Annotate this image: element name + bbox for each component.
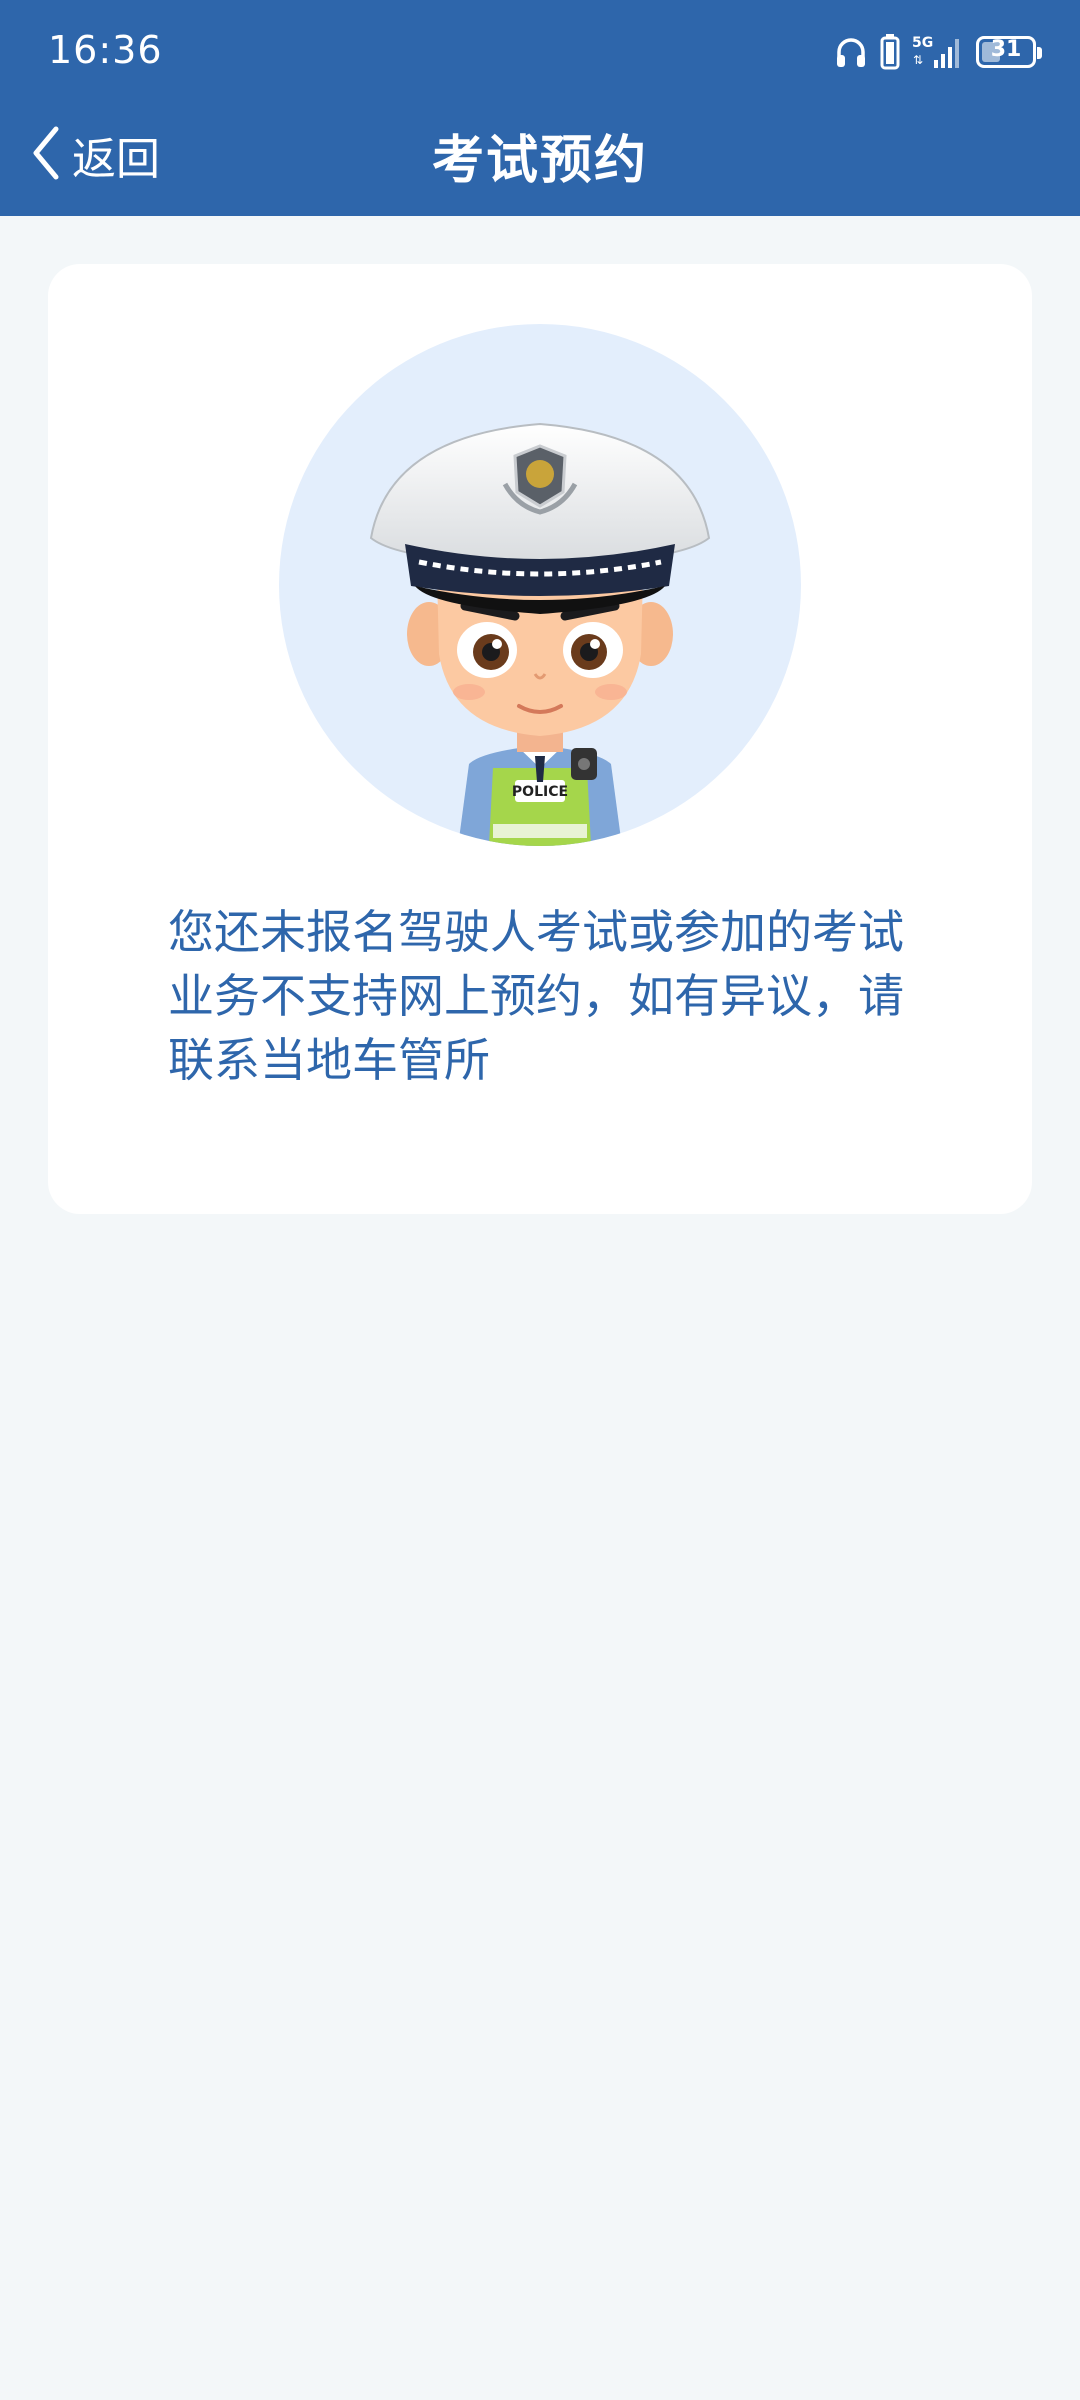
page-title: 考试预约 (431, 131, 648, 191)
notice-card: POLICE 您还未报名驾驶人考试或参加的考试业务不支持网上预约，如有异议，请联… (48, 264, 1032, 1214)
signal-5g-icon: 5G ⇅ (912, 34, 964, 70)
status-icons: 5G ⇅ 31 (834, 30, 1042, 74)
status-bar: 16:36 5G ⇅ 31 (0, 0, 1080, 104)
svg-text:⇅: ⇅ (913, 53, 923, 67)
notice-message: 您还未报名驾驶人考试或参加的考试业务不支持网上预约，如有异议，请联系当地车管所 (168, 905, 904, 1087)
nav-bar: 返回 考试预约 (0, 104, 1080, 216)
police-badge-text: POLICE (512, 784, 568, 800)
svg-text:5G: 5G (912, 35, 933, 51)
battery-saver-icon (880, 34, 900, 70)
police-avatar: POLICE (279, 324, 801, 846)
battery-icon: 31 (976, 36, 1042, 68)
header: 16:36 5G ⇅ 31 返回 考试预约 (0, 0, 1080, 216)
headphones-icon (834, 35, 868, 69)
status-time: 16:36 (48, 28, 163, 72)
battery-level: 31 (990, 37, 1022, 62)
